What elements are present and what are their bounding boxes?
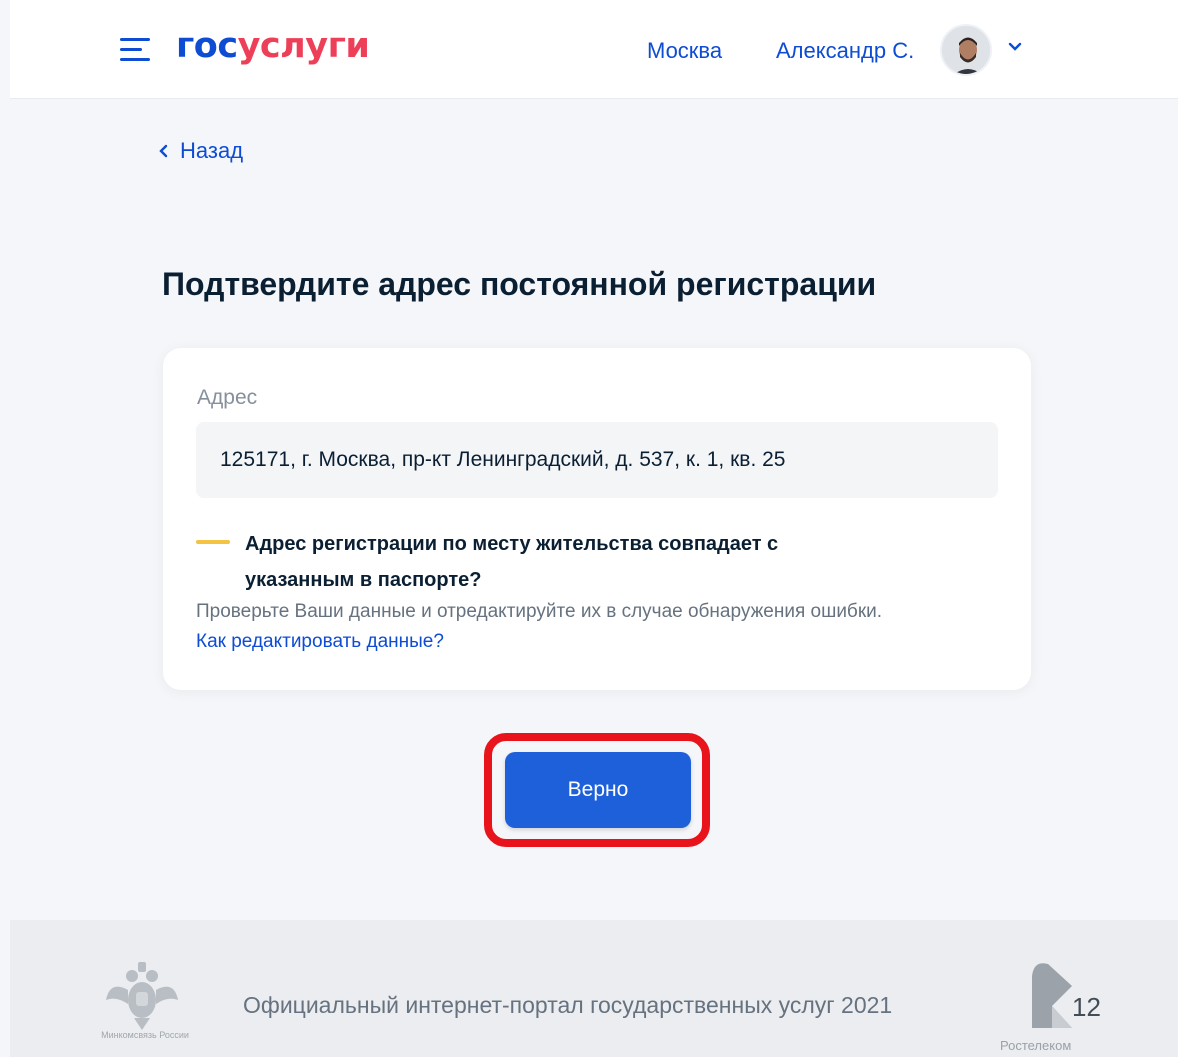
back-link[interactable]: Назад bbox=[158, 138, 243, 164]
address-field-label: Адрес bbox=[197, 386, 258, 409]
edit-data-link[interactable]: Как редактировать данные? bbox=[196, 631, 444, 653]
page-title: Подтвердите адрес постоянной регистрации bbox=[162, 266, 877, 302]
rostelecom-logo-icon bbox=[1032, 963, 1072, 1028]
menu-icon[interactable] bbox=[120, 38, 150, 62]
footer-text: Официальный интернет-портал государствен… bbox=[243, 992, 893, 1018]
top-header: госуслуги Москва Александр С. bbox=[10, 0, 1178, 98]
user-avatar-icon bbox=[942, 26, 990, 74]
confirm-button[interactable]: Верно bbox=[505, 752, 691, 828]
avatar[interactable] bbox=[940, 24, 992, 76]
gosuslugi-logo[interactable]: госуслуги bbox=[176, 26, 370, 66]
user-name-link[interactable]: Александр С. bbox=[776, 38, 914, 64]
footer: Минкомсвязь России Официальный интернет-… bbox=[10, 920, 1178, 1057]
slide-number: 12 bbox=[1072, 992, 1101, 1022]
address-field-value: 125171, г. Москва, пр-кт Ленинградский, … bbox=[196, 422, 998, 498]
address-card: Адрес 125171, г. Москва, пр-кт Ленинград… bbox=[163, 348, 1031, 690]
coat-of-arms-icon bbox=[106, 962, 178, 1030]
city-selector[interactable]: Москва bbox=[647, 38, 722, 64]
logo-text-uslugi: услуги bbox=[237, 26, 370, 66]
hint-text: Проверьте Ваши данные и отредактируйте и… bbox=[196, 601, 883, 622]
logo-text-gos: гос bbox=[176, 26, 238, 66]
chevron-down-icon[interactable] bbox=[1007, 40, 1023, 54]
chevron-left-icon bbox=[159, 144, 168, 158]
warning-marker bbox=[196, 540, 230, 544]
rostelecom-caption: Ростелеком bbox=[1000, 1038, 1072, 1053]
back-label: Назад bbox=[180, 138, 244, 163]
ministry-caption: Минкомсвязь России bbox=[101, 1030, 189, 1040]
address-question: Адрес регистрации по месту жительства со… bbox=[245, 533, 779, 591]
